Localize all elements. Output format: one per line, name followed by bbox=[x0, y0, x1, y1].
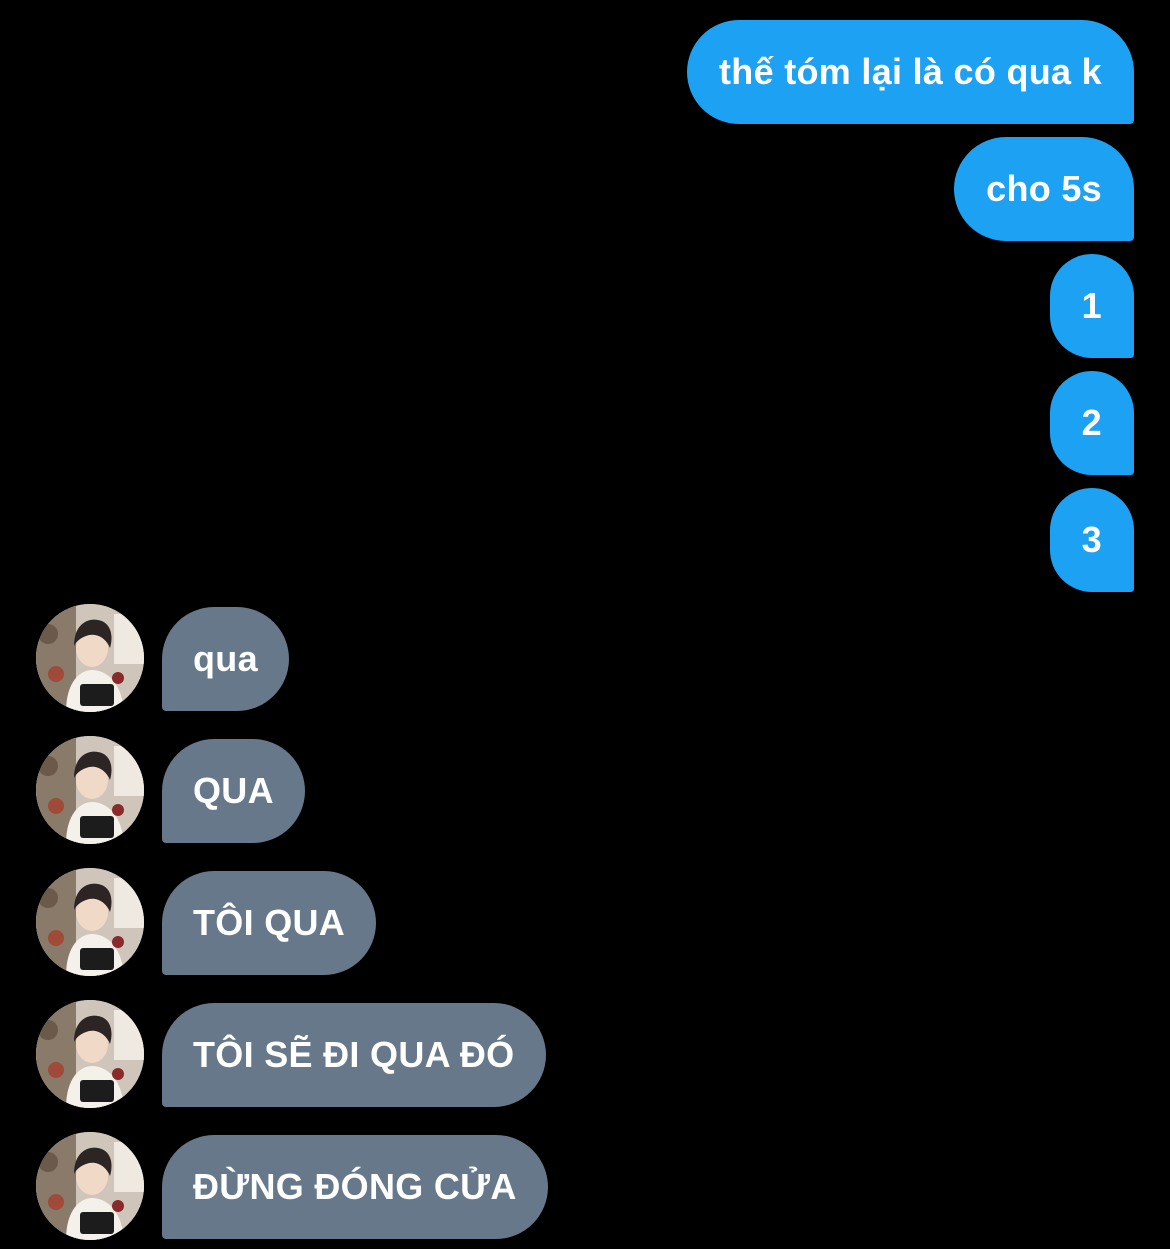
incoming-message[interactable]: TÔI QUA bbox=[162, 871, 377, 975]
incoming-message[interactable]: QUA bbox=[162, 739, 305, 843]
chat-screen: { "conversation": { "outgoing": [ { "tex… bbox=[0, 0, 1170, 1249]
outgoing-message[interactable]: 3 bbox=[1049, 488, 1134, 592]
outgoing-message[interactable]: 1 bbox=[1049, 254, 1134, 358]
avatar[interactable] bbox=[36, 1000, 144, 1108]
outgoing-message[interactable]: cho 5s bbox=[954, 137, 1134, 241]
avatar[interactable] bbox=[36, 604, 144, 712]
avatar[interactable] bbox=[36, 868, 144, 976]
avatar[interactable] bbox=[36, 736, 144, 844]
incoming-message[interactable]: qua bbox=[162, 607, 289, 711]
outgoing-message[interactable]: 2 bbox=[1049, 371, 1134, 475]
avatar[interactable] bbox=[36, 1132, 144, 1240]
outgoing-message[interactable]: thế tóm lại là có qua k bbox=[687, 20, 1134, 124]
incoming-message[interactable]: TÔI SẼ ĐI QUA ĐÓ bbox=[162, 1003, 546, 1107]
incoming-message[interactable]: ĐỪNG ĐÓNG CỬA bbox=[162, 1135, 548, 1239]
